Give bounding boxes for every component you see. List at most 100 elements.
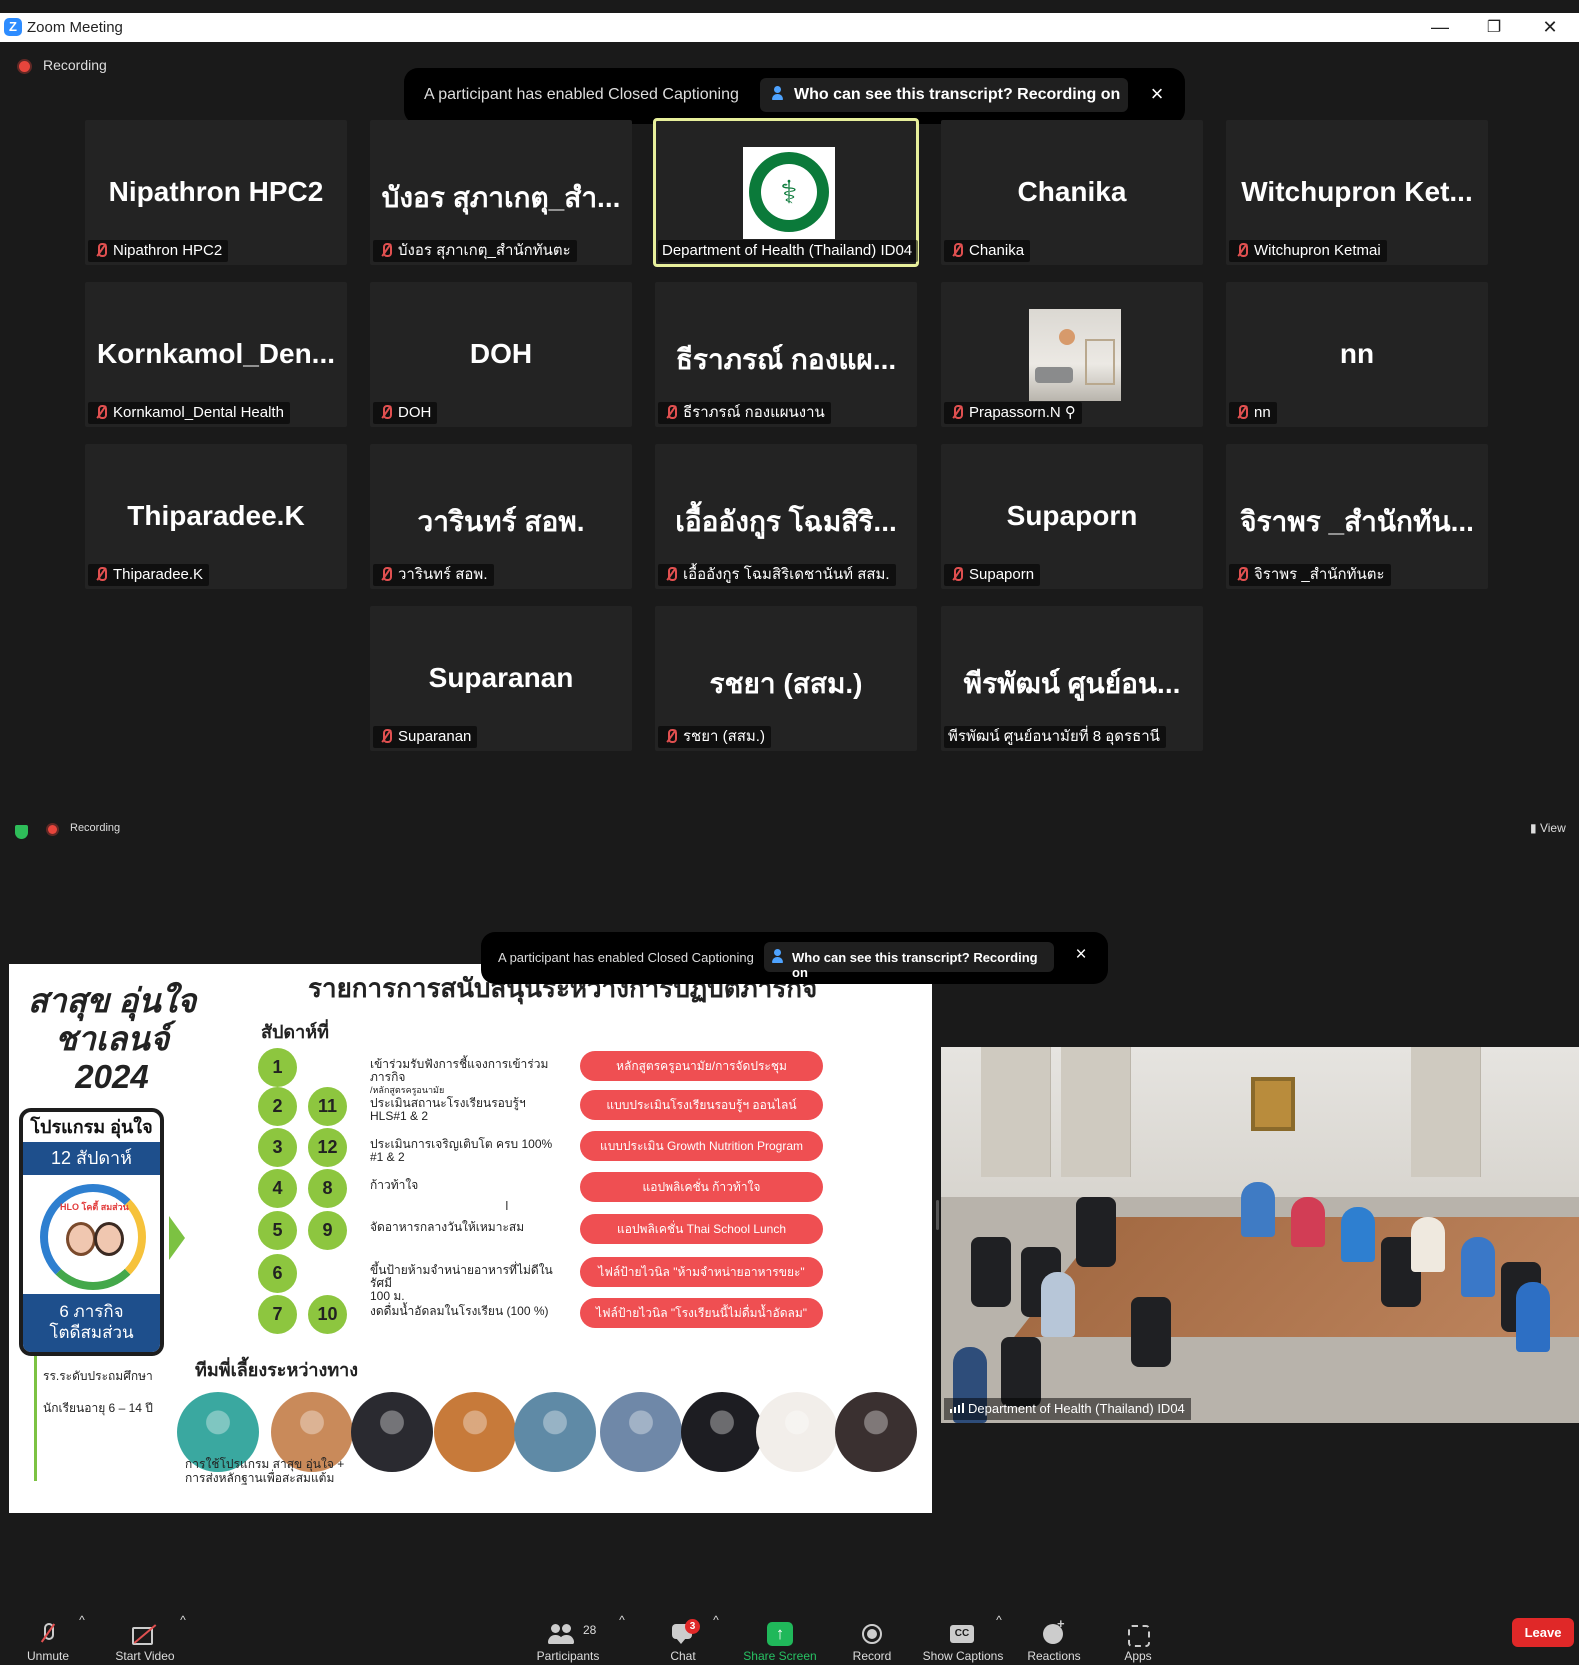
minimize-button[interactable]: —: [1420, 15, 1460, 40]
share-screen-button[interactable]: Share Screen: [738, 1613, 822, 1665]
video-options-caret-icon[interactable]: ^: [178, 1613, 188, 1665]
brand-line: 2024: [75, 1058, 149, 1095]
apps-label: Apps: [1124, 1649, 1152, 1663]
participant-tile[interactable]: เอื้ออังกูร โฉมสิริ... เอื้ออังกูร โฉมสิร…: [655, 444, 917, 589]
zoom-logo-icon: Z: [4, 18, 22, 36]
recording-dot-icon: [19, 61, 30, 72]
close-banner-icon[interactable]: ×: [1071, 944, 1091, 966]
participant-tile[interactable]: พีรพัฒน์ ศูนย์อน... พีรพัฒน์ ศูนย์อนามัยท…: [941, 606, 1203, 751]
program-footer-line: โตดีสมส่วน: [49, 1323, 134, 1342]
mentor-caption-line: การส่งหลักฐานเพื่อสะสมแต้ม: [185, 1471, 335, 1485]
leave-button[interactable]: Leave: [1512, 1618, 1574, 1647]
participant-tile[interactable]: nn nn: [1226, 282, 1488, 427]
wall-panel: [1411, 1047, 1481, 1177]
transcript-visibility-button[interactable]: Who can see this transcript? Recording o…: [760, 78, 1128, 112]
recording-indicator-bottom[interactable]: Recording: [48, 822, 120, 834]
week-number: 2: [258, 1087, 297, 1126]
activity-text: ก้าวท้าใจ: [370, 1179, 570, 1192]
attendee: [1341, 1207, 1375, 1262]
unmute-button[interactable]: Unmute: [18, 1613, 78, 1665]
transcript-visibility-button[interactable]: Who can see this transcript? Recording o…: [764, 942, 1054, 980]
caption-banner: A participant has enabled Closed Caption…: [404, 68, 1185, 124]
activity-text: ประเมินการเจริญเติบโต ครบ 100% #1 & 2: [370, 1138, 570, 1164]
activity-line: 100 ม.: [370, 1289, 405, 1303]
participant-tile[interactable]: Supaporn Supaporn: [941, 444, 1203, 589]
resource-pill: ไฟล์ป้ายไวนิล "ห้ามจำหน่ายอาหารขยะ": [580, 1257, 823, 1287]
participant-display-name: Chanika: [1017, 176, 1127, 207]
participant-tile[interactable]: จิราพร _สำนักทัน... จิราพร _สำนักทันตะ: [1226, 444, 1488, 589]
resource-pill: แบบประเมินโรงเรียนรอบรู้ฯ ออนไลน์: [580, 1090, 823, 1120]
week-number: 1: [258, 1048, 297, 1087]
muted-mic-icon: [377, 242, 395, 258]
participant-name: Thiparadee.K: [113, 566, 204, 583]
start-video-button[interactable]: Start Video: [103, 1613, 187, 1665]
participant-tile[interactable]: DOH DOH: [370, 282, 632, 427]
participants-button[interactable]: 28 Participants: [530, 1613, 606, 1665]
participant-tile[interactable]: รชยา (สสม.) รชยา (สสม.): [655, 606, 917, 751]
encryption-shield-icon[interactable]: [15, 825, 28, 839]
participant-tile[interactable]: วารินทร์ สอพ. วารินทร์ สอพ.: [370, 444, 632, 589]
split-resize-handle[interactable]: [936, 1200, 939, 1230]
activity-text: ขึ้นป้ายห้ามจำหน่ายอาหารที่ไม่ดีในรัศมี 1…: [370, 1264, 570, 1303]
reactions-label: Reactions: [1027, 1649, 1081, 1663]
participant-tile[interactable]: บังอร สุภาเกตุ_สำ... บังอร สุภาเกตุ_สำนัก…: [370, 120, 632, 265]
participant-tile[interactable]: Nipathron HPC2 Nipathron HPC2: [85, 120, 347, 265]
apps-button[interactable]: Apps: [1118, 1613, 1158, 1665]
brand-line: ชาเลนจ์: [54, 1020, 170, 1057]
participant-tile[interactable]: ธีราภรณ์ กองแผ... ธีราภรณ์ กองแผนงาน: [655, 282, 917, 427]
recording-label: Recording: [70, 822, 121, 834]
participant-tile[interactable]: Witchupron Ket... Witchupron Ketmai: [1226, 120, 1488, 265]
week-number: 7: [258, 1295, 297, 1334]
reactions-button[interactable]: Reactions: [1023, 1613, 1085, 1665]
participant-name-tag: ธีราภรณ์ กองแผนงาน: [658, 402, 831, 424]
view-button[interactable]: ▮ View: [1530, 821, 1566, 835]
participant-name: nn: [1254, 404, 1271, 421]
chat-button[interactable]: 3 Chat: [662, 1613, 704, 1665]
participant-display-name: เอื้ออังกูร โฉมสิริ...: [675, 506, 897, 537]
child-face-icon: [94, 1222, 124, 1256]
mentor-caption: การใช้โปรแกรม สาสุข อุ่นใจ + การส่งหลักฐ…: [185, 1457, 344, 1485]
participant-name-tag: Nipathron HPC2: [88, 240, 229, 262]
person-icon: [772, 949, 784, 963]
participant-name-tag: พีรพัฒน์ ศูนย์อนามัยที่ 8 อุดรธานี: [944, 726, 1166, 748]
participant-display-name: DOH: [469, 338, 533, 369]
speaker-video[interactable]: Department of Health (Thailand) ID04: [941, 1047, 1579, 1423]
activity-line: ขึ้นป้ายห้ามจำหน่ายอาหารที่ไม่ดีในรัศมี: [370, 1263, 553, 1290]
caption-message: A participant has enabled Closed Caption…: [498, 950, 754, 965]
closed-captions-icon: [950, 1622, 976, 1646]
program-card: โปรแกรม อุ่นใจ 12 สัปดาห์ HLO โคตี้ สมส่…: [19, 1108, 164, 1356]
week-number: 9: [308, 1211, 347, 1250]
participant-name: Nipathron HPC2: [113, 242, 223, 259]
muted-mic-icon: [377, 728, 395, 744]
participants-caret-icon[interactable]: ^: [617, 1613, 627, 1665]
close-banner-icon[interactable]: ×: [1145, 81, 1169, 107]
recording-indicator[interactable]: Recording: [19, 57, 107, 73]
participant-tile[interactable]: Kornkamol_Den... Kornkamol_Dental Health: [85, 282, 347, 427]
chair: [1001, 1337, 1041, 1407]
participant-tile[interactable]: Thiparadee.K Thiparadee.K: [85, 444, 347, 589]
captions-caret-icon[interactable]: ^: [994, 1613, 1004, 1665]
chat-icon: 3: [670, 1619, 700, 1646]
resource-pill: ไฟล์ป้ายไวนิล "โรงเรียนนี้ไม่ดื่มน้ำอัดล…: [580, 1298, 823, 1328]
close-window-button[interactable]: ✕: [1530, 15, 1570, 40]
audio-options-caret-icon[interactable]: ^: [77, 1613, 87, 1665]
participant-name: Suparanan: [398, 728, 472, 745]
mentor-avatar: [600, 1392, 682, 1472]
record-button[interactable]: Record: [847, 1613, 897, 1665]
brand-line: สาสุข อุ่นใจ: [27, 982, 197, 1019]
participant-tile[interactable]: Prapassorn.N ⚲: [941, 282, 1203, 427]
participant-tile[interactable]: Chanika Chanika: [941, 120, 1203, 265]
gallery-view-window: Z Zoom Meeting — ❐ ✕ Recording A partici…: [0, 0, 1579, 818]
participant-name: วารินทร์ สอพ.: [398, 566, 488, 583]
participant-name: พีรพัฒน์ ศูนย์อนามัยที่ 8 อุดรธานี: [948, 728, 1160, 745]
share-screen-label: Share Screen: [743, 1649, 817, 1663]
mentor-avatar: [514, 1392, 596, 1472]
chat-caret-icon[interactable]: ^: [711, 1613, 721, 1665]
participants-count: 28: [583, 1623, 597, 1637]
participant-tile[interactable]: ⚕ Department of Health (Thailand) ID04: [653, 118, 919, 267]
participant-tile[interactable]: Suparanan Suparanan: [370, 606, 632, 751]
muted-mic-icon: [662, 404, 680, 420]
view-label: View: [1539, 821, 1566, 835]
resource-pill: หลักสูตรครูอนามัย/การจัดประชุม: [580, 1051, 823, 1081]
restore-button[interactable]: ❐: [1474, 15, 1514, 40]
